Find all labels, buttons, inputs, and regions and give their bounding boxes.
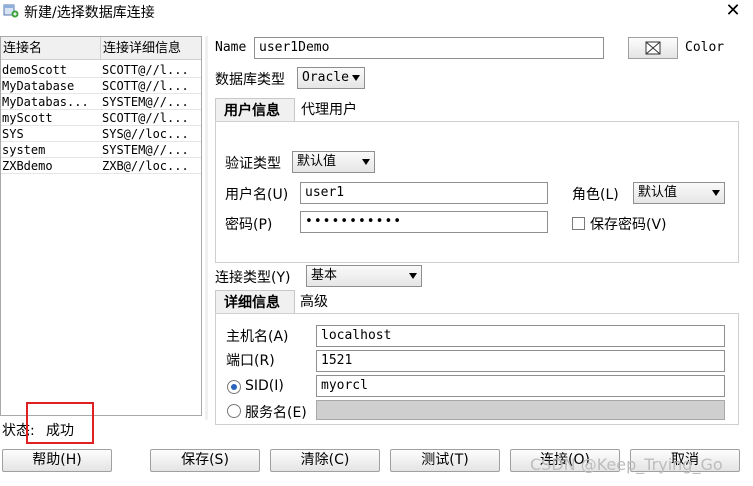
- connection-name: myScott: [2, 111, 53, 125]
- auth-type-value: 默认值: [297, 154, 337, 169]
- service-name-radio[interactable]: [227, 404, 241, 418]
- name-input[interactable]: user1Demo: [254, 37, 604, 59]
- username-input[interactable]: user1: [300, 182, 548, 204]
- connection-row[interactable]: demoScott SCOTT@//l...: [1, 62, 201, 78]
- sid-radio[interactable]: [227, 380, 241, 394]
- tab-details[interactable]: 详细信息: [215, 290, 295, 314]
- role-select[interactable]: 默认值: [633, 182, 725, 204]
- auth-type-select[interactable]: 默认值: [292, 151, 375, 173]
- host-label: 主机名(A): [226, 329, 289, 345]
- conn-type-label: 连接类型(Y): [215, 270, 291, 286]
- connection-row[interactable]: MyDatabase SCOTT@//l...: [1, 78, 201, 94]
- db-type-value: Oracle: [302, 70, 349, 85]
- connection-details: SCOTT@//l...: [102, 79, 189, 93]
- connection-name: SYS: [2, 127, 24, 141]
- password-input[interactable]: •••••••••••: [300, 211, 548, 233]
- watermark: CSDN @Keep_Trying_Go: [530, 455, 723, 474]
- db-type-select[interactable]: Oracle: [297, 67, 365, 89]
- connection-details: SYSTEM@//...: [102, 95, 189, 109]
- port-input[interactable]: 1521: [316, 350, 725, 372]
- chevron-down-icon: [352, 75, 360, 81]
- connection-row[interactable]: system SYSTEM@//...: [1, 142, 201, 158]
- window-title: 新建/选择数据库连接: [24, 5, 155, 21]
- tab-user-info[interactable]: 用户信息: [215, 98, 295, 122]
- connection-row[interactable]: myScott SCOTT@//l...: [1, 110, 201, 126]
- clear-button[interactable]: 清除(C): [270, 449, 380, 472]
- password-label: 密码(P): [225, 217, 273, 233]
- column-header-connection-name[interactable]: 连接名: [1, 37, 101, 60]
- save-button[interactable]: 保存(S): [150, 449, 260, 472]
- connection-details: SYS@//loc...: [102, 127, 189, 141]
- connection-name: MyDatabas...: [2, 95, 89, 109]
- username-label: 用户名(U): [225, 187, 289, 203]
- connection-details: SCOTT@//l...: [102, 63, 189, 77]
- db-type-label: 数据库类型: [215, 72, 285, 88]
- role-value: 默认值: [638, 185, 678, 200]
- connection-name: ZXBdemo: [2, 159, 53, 173]
- conn-type-select[interactable]: 基本: [306, 265, 422, 287]
- host-input[interactable]: localhost: [316, 325, 725, 347]
- save-password-label: 保存密码(V): [590, 217, 667, 233]
- port-label: 端口(R): [226, 353, 275, 369]
- color-swatch-icon: [645, 41, 661, 55]
- connection-row[interactable]: MyDatabas... SYSTEM@//...: [1, 94, 201, 110]
- color-label: Color: [685, 40, 725, 55]
- column-header-connection-details[interactable]: 连接详细信息: [101, 37, 201, 60]
- sid-label: SID(I): [245, 378, 284, 394]
- connection-details: SCOTT@//l...: [102, 111, 189, 125]
- chevron-down-icon: [712, 190, 720, 196]
- name-label: Name: [215, 40, 247, 55]
- conn-type-value: 基本: [311, 268, 338, 283]
- role-label: 角色(L): [572, 187, 619, 203]
- chevron-down-icon: [409, 273, 417, 279]
- connection-name: MyDatabase: [2, 79, 75, 93]
- tab-proxy-user[interactable]: 代理用户: [293, 98, 373, 122]
- status-bar: 状态: 成功: [0, 420, 753, 444]
- auth-type-label: 验证类型: [225, 156, 281, 172]
- close-icon[interactable]: ✕: [718, 0, 748, 22]
- test-button[interactable]: 测试(T): [390, 449, 500, 472]
- connection-list: 连接名 连接详细信息 demoScott SCOTT@//l... MyData…: [0, 36, 202, 416]
- connection-name: demoScott: [2, 63, 68, 77]
- connection-details: ZXB@//loc...: [102, 159, 189, 173]
- connection-details: SYSTEM@//...: [102, 143, 189, 157]
- pane-divider[interactable]: [205, 36, 208, 420]
- connection-name: system: [2, 143, 46, 157]
- color-picker-button[interactable]: [628, 37, 678, 59]
- help-button[interactable]: 帮助(H): [2, 449, 112, 472]
- tab-advanced[interactable]: 高级: [292, 290, 342, 314]
- highlight-box: [26, 402, 94, 444]
- service-name-input: [316, 400, 725, 420]
- connection-row[interactable]: ZXBdemo ZXB@//loc...: [1, 158, 201, 174]
- title-bar: 新建/选择数据库连接 ✕: [0, 0, 753, 24]
- chevron-down-icon: [362, 159, 370, 165]
- sid-input[interactable]: myorcl: [316, 375, 725, 397]
- connection-row[interactable]: SYS SYS@//loc...: [1, 126, 201, 142]
- save-password-checkbox[interactable]: [572, 217, 585, 230]
- database-connection-icon: [3, 4, 19, 18]
- service-name-label: 服务名(E): [245, 405, 307, 421]
